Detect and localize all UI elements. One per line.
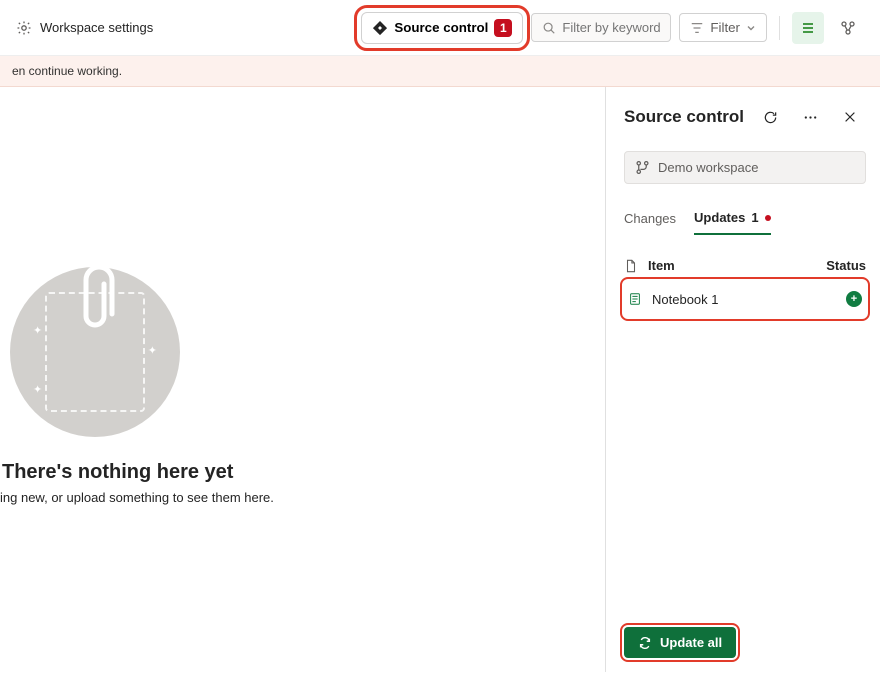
workspace-selector-label: Demo workspace bbox=[658, 160, 758, 175]
filter-button-label: Filter bbox=[710, 20, 740, 35]
info-bar-text: en continue working. bbox=[12, 64, 122, 78]
sparkle-icon: ✦ bbox=[148, 344, 157, 357]
notebook-icon bbox=[628, 292, 642, 306]
branch-diamond-icon bbox=[372, 20, 388, 36]
source-control-panel: Source control Demo workspace Changes Up… bbox=[606, 87, 880, 672]
close-panel-button[interactable] bbox=[834, 101, 866, 133]
tab-updates-count: 1 bbox=[751, 210, 758, 225]
main-area: ✦ ✦ ✦ There's nothing here yet ing new, … bbox=[0, 87, 880, 672]
workspace-selector[interactable]: Demo workspace bbox=[624, 151, 866, 184]
updates-list-header: Item Status bbox=[624, 258, 866, 273]
workspace-settings-label: Workspace settings bbox=[40, 20, 153, 35]
tab-changes[interactable]: Changes bbox=[624, 202, 676, 235]
empty-state-illustration: ✦ ✦ ✦ bbox=[10, 267, 180, 437]
tab-updates-label: Updates bbox=[694, 210, 745, 225]
source-control-label: Source control bbox=[394, 20, 488, 35]
empty-frame: ✦ ✦ ✦ bbox=[45, 292, 145, 412]
updates-list-row[interactable]: Notebook 1 + bbox=[624, 281, 866, 317]
content-pane: ✦ ✦ ✦ There's nothing here yet ing new, … bbox=[0, 87, 606, 672]
workspace-settings-button[interactable]: Workspace settings bbox=[16, 20, 153, 36]
sync-icon bbox=[638, 636, 652, 650]
list-view-toggle[interactable] bbox=[792, 12, 824, 44]
file-icon bbox=[624, 259, 638, 273]
filter-button[interactable]: Filter bbox=[679, 13, 767, 42]
empty-state-title: There's nothing here yet bbox=[2, 461, 233, 484]
gear-icon bbox=[16, 20, 32, 36]
refresh-button[interactable] bbox=[754, 101, 786, 133]
updates-indicator-dot bbox=[765, 215, 771, 221]
panel-spacer bbox=[624, 317, 866, 627]
paperclip-icon bbox=[74, 266, 116, 334]
toolbar-divider bbox=[779, 16, 780, 40]
empty-state-subtitle: ing new, or upload something to see them… bbox=[0, 490, 274, 505]
sparkle-icon: ✦ bbox=[33, 383, 42, 396]
more-options-button[interactable] bbox=[794, 101, 826, 133]
sparkle-icon: ✦ bbox=[33, 324, 42, 337]
update-all-button[interactable]: Update all bbox=[624, 627, 736, 658]
column-item-label: Item bbox=[648, 258, 675, 273]
tab-updates[interactable]: Updates 1 bbox=[694, 202, 771, 235]
lineage-view-button[interactable] bbox=[832, 12, 864, 44]
info-bar: en continue working. bbox=[0, 56, 880, 87]
tab-changes-label: Changes bbox=[624, 211, 676, 226]
filter-icon bbox=[690, 21, 704, 35]
item-name: Notebook 1 bbox=[652, 292, 719, 307]
panel-tabs: Changes Updates 1 bbox=[624, 202, 866, 236]
panel-header: Source control bbox=[624, 101, 866, 133]
top-toolbar: Workspace settings Source control 1 Filt… bbox=[0, 0, 880, 56]
branch-icon bbox=[635, 160, 650, 175]
panel-title: Source control bbox=[624, 107, 746, 127]
status-added-badge: + bbox=[846, 291, 862, 307]
filter-keyword-field[interactable] bbox=[562, 20, 660, 35]
source-control-button[interactable]: Source control 1 bbox=[361, 12, 523, 44]
column-status-label: Status bbox=[826, 258, 866, 273]
filter-keyword-input[interactable] bbox=[531, 13, 671, 42]
search-icon bbox=[542, 21, 556, 35]
source-control-badge: 1 bbox=[494, 19, 512, 37]
update-all-label: Update all bbox=[660, 635, 722, 650]
chevron-down-icon bbox=[746, 23, 756, 33]
